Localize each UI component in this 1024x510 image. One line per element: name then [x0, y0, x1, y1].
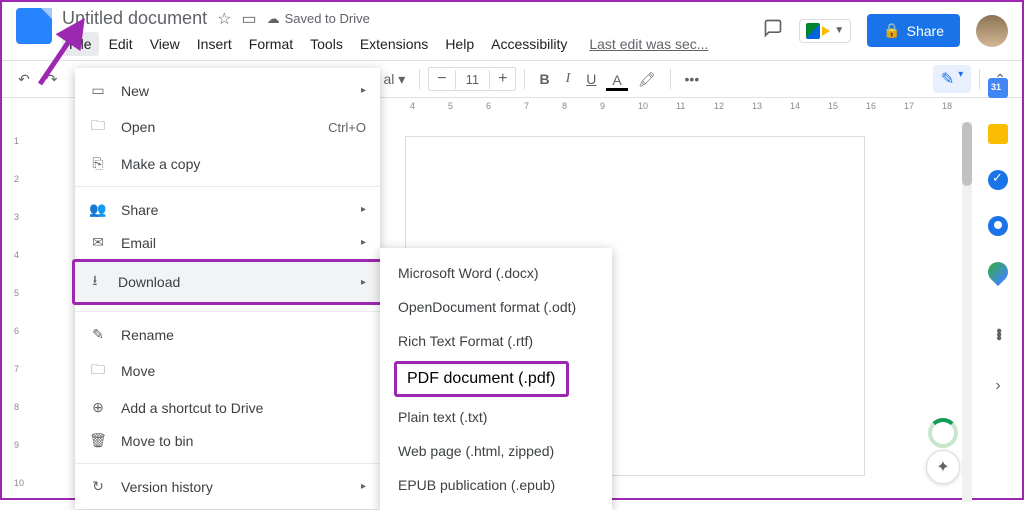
text-color-button[interactable]: A — [606, 68, 627, 91]
meet-button[interactable]: ▼ — [799, 19, 851, 43]
italic-button[interactable]: I — [560, 67, 577, 91]
contacts-icon[interactable] — [988, 216, 1008, 236]
font-size-value[interactable]: 11 — [455, 70, 491, 89]
menu-edit[interactable]: Edit — [102, 32, 140, 56]
menu-item-bin[interactable]: 🗑Move to bin — [75, 424, 380, 457]
file-menu-dropdown: ▭New▸ 🗀OpenCtrl+O ⎘Make a copy 👥Share▸ ✉… — [75, 68, 380, 509]
more-icon[interactable]: ••• — [679, 67, 706, 91]
menu-help[interactable]: Help — [438, 32, 481, 56]
trash-icon: 🗑 — [89, 432, 107, 449]
download-docx[interactable]: Microsoft Word (.docx) — [380, 256, 612, 290]
download-pdf[interactable]: PDF document (.pdf) — [394, 361, 569, 397]
scrollbar[interactable] — [962, 122, 972, 502]
doc-title[interactable]: Untitled document — [62, 8, 207, 29]
shortcut-icon: ⊕ — [89, 399, 107, 416]
chevron-down-icon: ▼ — [834, 25, 844, 36]
bold-button[interactable]: B — [533, 67, 555, 91]
maps-icon[interactable] — [984, 258, 1012, 286]
menu-format[interactable]: Format — [242, 32, 300, 56]
download-epub[interactable]: EPUB publication (.epub) — [380, 468, 612, 502]
menu-tools[interactable]: Tools — [303, 32, 350, 56]
menu-item-rename[interactable]: ✎Rename — [75, 318, 380, 351]
menu-file[interactable]: File — [62, 32, 99, 56]
menu-item-copy[interactable]: ⎘Make a copy — [75, 147, 380, 180]
folder-icon: 🗀 — [89, 115, 107, 139]
menu-insert[interactable]: Insert — [190, 32, 239, 56]
menu-accessibility[interactable]: Accessibility — [484, 32, 574, 56]
cloud-icon: ☁ — [267, 11, 280, 27]
download-rtf[interactable]: Rich Text Format (.rtf) — [380, 324, 612, 358]
download-txt[interactable]: Plain text (.txt) — [380, 400, 612, 434]
download-html[interactable]: Web page (.html, zipped) — [380, 434, 612, 468]
keep-icon[interactable] — [988, 124, 1008, 144]
undo-button[interactable]: ↶ — [12, 67, 36, 92]
move-folder-icon[interactable]: ▭ — [241, 9, 256, 29]
last-edit-info[interactable]: Last edit was sec... — [589, 32, 708, 56]
download-submenu: Microsoft Word (.docx) OpenDocument form… — [380, 248, 612, 510]
font-dropdown[interactable]: al ▾ — [377, 67, 411, 92]
menu-item-new[interactable]: ▭New▸ — [75, 74, 380, 107]
tasks-icon[interactable] — [988, 170, 1008, 190]
menu-extensions[interactable]: Extensions — [353, 32, 435, 56]
font-size-control[interactable]: − 11 + — [428, 67, 516, 91]
menu-view[interactable]: View — [143, 32, 187, 56]
redo-button[interactable]: ↷ — [40, 67, 64, 92]
menu-item-open[interactable]: 🗀OpenCtrl+O — [75, 107, 380, 147]
docs-logo[interactable] — [16, 8, 52, 44]
font-size-increase[interactable]: + — [490, 68, 515, 90]
move-icon: 🗀 — [89, 359, 107, 383]
menu-item-email[interactable]: ✉Email▸ — [75, 226, 380, 259]
user-avatar[interactable] — [976, 15, 1008, 47]
history-icon: ↻ — [89, 478, 107, 495]
more-apps-icon[interactable]: ••• — [989, 328, 1007, 339]
menu-item-move[interactable]: 🗀Move — [75, 351, 380, 391]
download-icon: ⭳ — [86, 270, 104, 294]
collapse-panel-icon[interactable]: › — [995, 377, 1000, 395]
highlight-button[interactable]: 🖍 — [632, 67, 662, 92]
lock-icon: 🔒 — [883, 22, 900, 39]
email-icon: ✉ — [89, 234, 107, 251]
menu-item-shortcut[interactable]: ⊕Add a shortcut to Drive — [75, 391, 380, 424]
meet-icon — [806, 23, 830, 39]
loading-ring-icon — [928, 418, 958, 448]
font-size-decrease[interactable]: − — [429, 68, 454, 90]
vertical-ruler[interactable]: 12345678910 — [10, 118, 28, 498]
menu-item-share[interactable]: 👥Share▸ — [75, 193, 380, 226]
star-icon[interactable]: ☆ — [217, 9, 231, 29]
menu-item-history[interactable]: ↻Version history▸ — [75, 470, 380, 503]
comment-icon[interactable] — [763, 18, 783, 43]
pencil-icon: ✎ — [941, 69, 954, 89]
share-button[interactable]: 🔒Share — [867, 14, 960, 47]
underline-button[interactable]: U — [580, 67, 602, 91]
download-odt[interactable]: OpenDocument format (.odt) — [380, 290, 612, 324]
calendar-icon[interactable] — [988, 78, 1008, 98]
explore-button[interactable]: ✦ — [926, 450, 960, 484]
rename-icon: ✎ — [89, 326, 107, 343]
copy-icon: ⎘ — [89, 155, 107, 172]
menu-item-download[interactable]: ⭳Download▸ — [72, 259, 383, 305]
share-icon: 👥 — [89, 201, 107, 218]
document-icon: ▭ — [89, 82, 107, 99]
cloud-status: ☁Saved to Drive — [267, 11, 370, 27]
editing-mode-button[interactable]: ✎▾ — [933, 65, 971, 93]
